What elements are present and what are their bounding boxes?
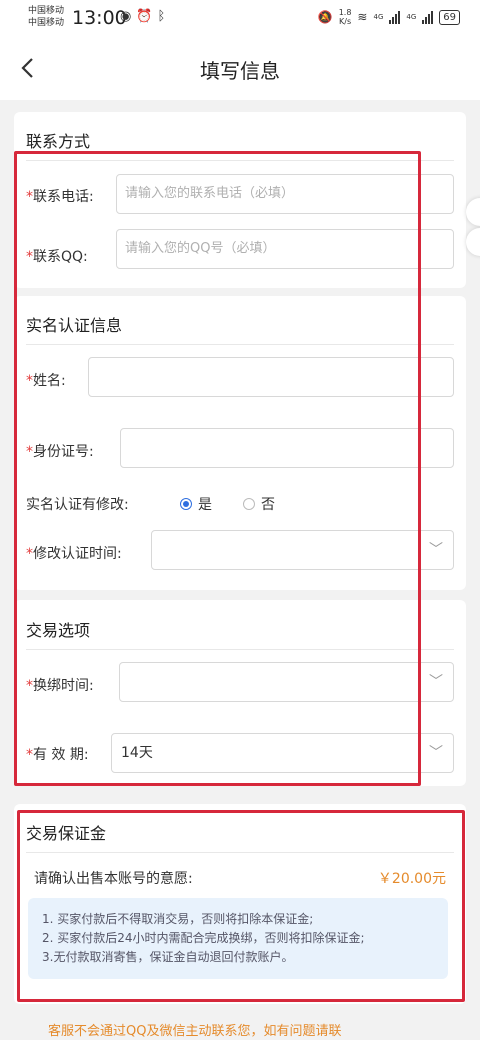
trade-title: 交易选项 [26,621,91,640]
validity-label: *有 效 期: [26,747,89,763]
modtime-select[interactable]: ﹀ [151,530,454,570]
phone-input[interactable]: 请输入您的联系电话（必填） [116,174,454,214]
deposit-notice: 1. 买家付款后不得取消交易，否则将扣除本保证金; 2. 买家付款后24小时内需… [28,898,448,979]
notice-line: 2. 买家付款后24小时内需配合完成换绑，否则将扣除保证金; [42,931,365,945]
signal-icon-1 [389,10,401,24]
realname-card: 实名认证信息 *姓名: *身份证号: 实名认证有修改: 是 否 *修改认证时间:… [14,296,466,590]
carrier-labels: 中国移动 中国移动 [28,6,65,28]
validity-value: 14天 [121,745,153,761]
eye-icon: ◉ [120,9,137,24]
rebind-select[interactable]: ﹀ [119,662,454,702]
footer-notice: 客服不会通过QQ及微信主动联系您，如有问题请联 [48,1024,342,1039]
deposit-card: 交易保证金 请确认出售本账号的意愿: ￥20.00元 1. 买家付款后不得取消交… [14,804,466,1004]
chevron-down-icon: ﹀ [429,674,443,690]
floating-button[interactable] [466,228,480,256]
status-bar: 中国移动 中国移动 13:00 ◉⏰ᛒ 🔕 1.8 K/s ≋ 4G 4G 69 [0,0,480,36]
trade-card: 交易选项 *换绑时间: ﹀ *有 效 期: 14天 ﹀ [14,600,466,786]
radio-yes[interactable]: 是 [180,494,212,514]
deposit-amount: ￥20.00元 [377,871,446,887]
confirm-text: 请确认出售本账号的意愿: [34,871,193,887]
modified-label: 实名认证有修改: [26,497,129,513]
radio-unchecked-icon [243,498,255,510]
phone-label: *联系电话: [26,189,94,205]
network-speed: 1.8 K/s [338,8,352,26]
signal-icon-2 [422,10,434,24]
realname-title: 实名认证信息 [26,316,123,335]
contact-card: 联系方式 *联系电话: 请输入您的联系电话（必填） *联系QQ: 请输入您的QQ… [14,112,466,288]
name-label: *姓名: [26,373,66,389]
wifi-icon: ≋ [357,10,368,24]
notice-line: 1. 买家付款后不得取消交易，否则将扣除本保证金; [42,912,314,926]
status-icons-left: ◉⏰ᛒ [120,9,170,24]
network-type-2: 4G [406,13,417,21]
id-label: *身份证号: [26,444,94,460]
floating-button[interactable] [466,198,480,226]
mute-icon: 🔕 [317,10,333,24]
chevron-down-icon: ﹀ [429,745,443,761]
network-type-1: 4G [373,13,384,21]
radio-checked-icon [180,498,192,510]
status-icons-right: 🔕 1.8 K/s ≋ 4G 4G 69 [318,8,460,26]
deposit-title: 交易保证金 [26,824,107,843]
nav-bar: 填写信息 [0,36,480,100]
chevron-down-icon: ﹀ [429,542,443,558]
name-input[interactable] [88,357,454,397]
clock: 13:00 [72,7,127,29]
page-title: 填写信息 [200,59,280,83]
validity-select[interactable]: 14天 ﹀ [111,733,454,773]
bluetooth-icon: ᛒ [157,9,171,24]
rebind-label: *换绑时间: [26,678,94,694]
battery-icon: 69 [439,9,460,25]
qq-label: *联系QQ: [26,249,88,265]
notice-line: 3.无付款取消寄售，保证金自动退回付款账户。 [42,950,294,964]
contact-title: 联系方式 [26,132,91,151]
id-input[interactable] [120,428,454,468]
alarm-icon: ⏰ [136,9,158,24]
modtime-label: *修改认证时间: [26,546,122,562]
radio-no[interactable]: 否 [243,494,275,514]
qq-input[interactable]: 请输入您的QQ号（必填） [116,229,454,269]
